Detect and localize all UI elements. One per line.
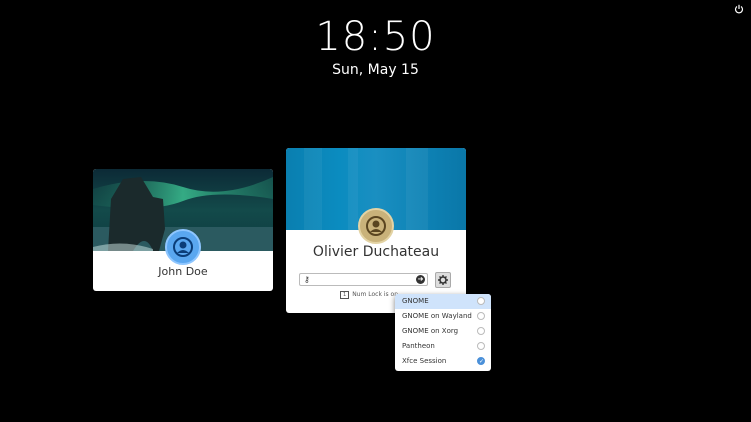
session-item-xfce[interactable]: Xfce Session (395, 354, 491, 369)
radio-checked-icon[interactable] (477, 354, 485, 369)
session-menu: GNOME GNOME on Wayland GNOME on Xorg Pan… (395, 294, 491, 371)
radio-icon[interactable] (477, 312, 485, 320)
gear-icon (438, 275, 448, 285)
clock-date: Sun, May 15 (332, 62, 419, 78)
radio-icon[interactable] (477, 327, 485, 335)
user-icon (366, 216, 386, 236)
radio-icon[interactable] (477, 297, 485, 305)
user-card-olivier[interactable]: Olivier Duchateau ⚷ ➜ 1 Num Lock is on (286, 148, 466, 313)
avatar-john (165, 229, 201, 265)
radio-icon[interactable] (477, 342, 485, 350)
avatar-olivier (358, 208, 394, 244)
numlock-indicator: 1 Num Lock is on (340, 291, 398, 299)
session-item-pantheon[interactable]: Pantheon (395, 339, 491, 354)
login-arrow-icon[interactable]: ➜ (416, 275, 425, 284)
user-name-olivier: Olivier Duchateau (312, 244, 440, 260)
key-icon: ⚷ (304, 275, 310, 284)
clock-time: 18:50 (315, 14, 436, 60)
user-name-john: John Doe (158, 265, 208, 278)
session-item-gnome-xorg[interactable]: GNOME on Xorg (395, 324, 491, 339)
power-icon[interactable] (734, 4, 744, 14)
user-icon (173, 237, 193, 257)
numlock-icon: 1 (340, 291, 350, 299)
password-field[interactable]: ⚷ ➜ (299, 273, 428, 286)
session-item-gnome-wayland[interactable]: GNOME on Wayland (395, 309, 491, 324)
numlock-text: Num Lock is on (352, 291, 398, 298)
session-settings-button[interactable] (435, 272, 451, 288)
session-item-gnome[interactable]: GNOME (395, 294, 491, 309)
user-card-john[interactable]: John Doe (93, 169, 273, 291)
